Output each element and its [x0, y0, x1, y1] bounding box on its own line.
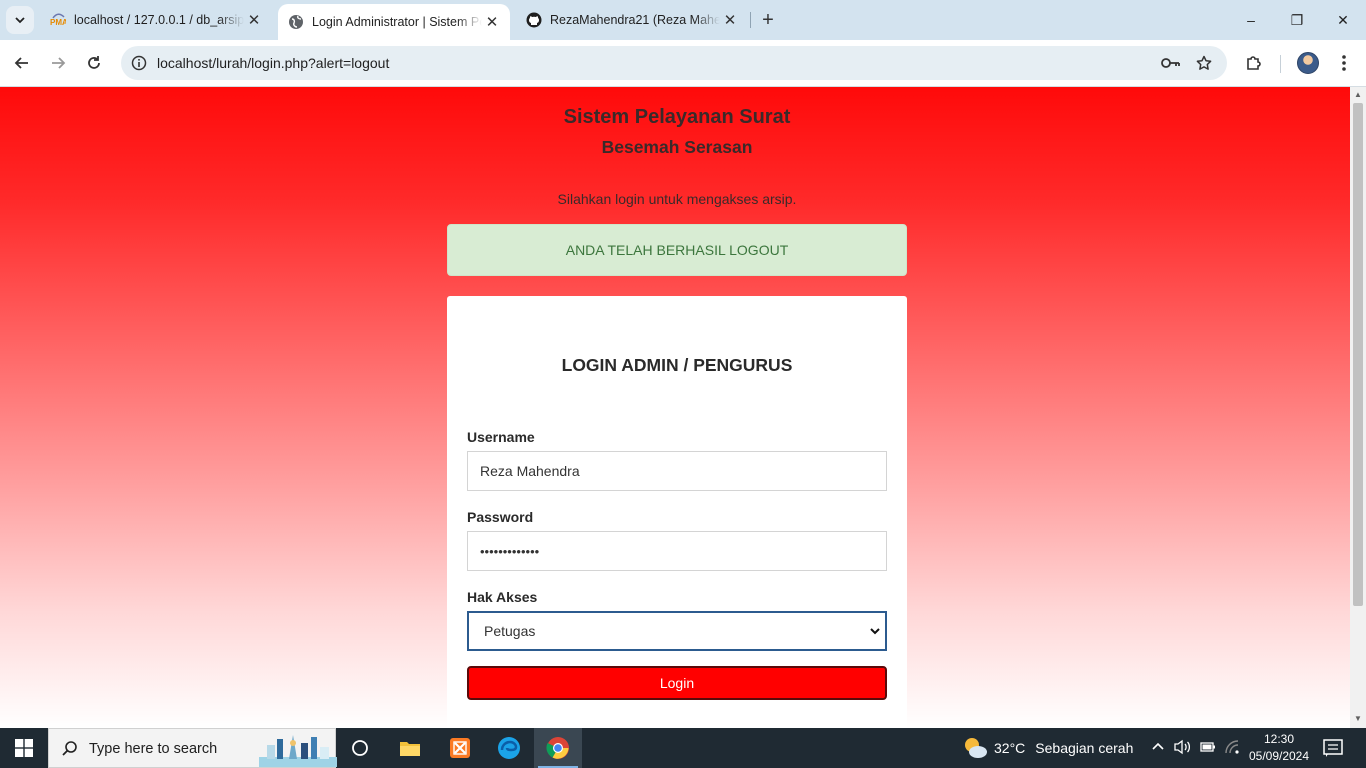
new-tab-button[interactable]: + — [756, 8, 780, 32]
reload-button[interactable] — [80, 49, 108, 77]
page-title: Sistem Pelayanan Surat — [563, 106, 791, 128]
svg-text:PMA: PMA — [50, 18, 66, 27]
minimize-button[interactable]: – — [1228, 0, 1274, 40]
edge-button[interactable] — [485, 728, 533, 768]
search-icon — [62, 741, 77, 756]
arrow-right-icon — [52, 57, 66, 69]
windows-logo-icon — [15, 739, 33, 757]
site-info-icon[interactable] — [129, 53, 149, 73]
profile-avatar[interactable] — [1297, 52, 1319, 74]
close-tab-icon[interactable]: ✕ — [720, 10, 740, 30]
chrome-button[interactable] — [534, 728, 582, 768]
chrome-icon — [546, 737, 569, 759]
close-window-button[interactable]: ✕ — [1320, 0, 1366, 40]
notification-center-icon[interactable] — [1322, 738, 1344, 758]
github-icon — [526, 12, 542, 28]
weather-widget[interactable]: 32°C Sebagian cerah — [962, 728, 1133, 768]
battery-icon[interactable] — [1200, 739, 1216, 758]
puzzle-icon — [1247, 56, 1261, 70]
weather-description: Sebagian cerah — [1035, 740, 1134, 756]
scroll-up-arrow-icon[interactable]: ▲ — [1354, 90, 1362, 99]
task-view-button[interactable] — [336, 728, 384, 768]
password-key-icon[interactable] — [1161, 53, 1181, 73]
file-explorer-button[interactable] — [386, 728, 434, 768]
password-input[interactable]: ••••••••••••• — [467, 531, 887, 571]
globe-icon — [288, 14, 304, 30]
close-tab-icon[interactable]: ✕ — [244, 10, 264, 30]
tab-title: RezaMahendra21 (Reza Mahendra) — [550, 13, 720, 27]
username-label: Username — [467, 429, 535, 445]
close-tab-icon[interactable]: ✕ — [482, 12, 502, 32]
tab-search-button[interactable] — [6, 6, 34, 34]
menu-button[interactable] — [1330, 49, 1358, 77]
tab-login-administrator[interactable]: Login Administrator | Sistem Pelayanan S… — [278, 4, 510, 40]
browser-tab-strip: PMA localhost / 127.0.0.1 / db_arsip ✕ L… — [0, 0, 1366, 40]
more-vertical-icon — [1342, 55, 1346, 71]
windows-taskbar: Type here to search 32°C Sebagian cerah — [0, 728, 1366, 768]
role-select-value: Petugas — [484, 623, 536, 639]
login-instruction: Silahkan login untuk mengakses arsip. — [557, 191, 797, 207]
xampp-button[interactable] — [436, 728, 484, 768]
clock-date: 05/09/2024 — [1248, 749, 1310, 763]
tab-title: localhost / 127.0.0.1 / db_arsip — [74, 13, 244, 27]
login-card: LOGIN ADMIN / PENGURUS Username Reza Mah… — [447, 296, 907, 728]
task-view-icon — [352, 740, 368, 756]
address-bar[interactable]: localhost/lurah/login.php?alert=logout — [121, 46, 1227, 80]
page-subtitle: Besemah Serasan — [601, 137, 753, 157]
show-hidden-icons-icon[interactable] — [1151, 739, 1165, 756]
clock-time: 12:30 — [1263, 732, 1295, 746]
phpmyadmin-icon: PMA — [50, 12, 66, 28]
network-icon[interactable] — [1224, 739, 1240, 758]
arrow-left-icon — [14, 57, 28, 69]
folder-icon — [400, 742, 420, 756]
tab-title: Login Administrator | Sistem Pelayanan S… — [312, 15, 482, 29]
chevron-down-icon — [870, 628, 880, 635]
password-label: Password — [467, 509, 534, 525]
weather-temperature: 32°C — [994, 740, 1026, 756]
forward-button[interactable] — [44, 49, 72, 77]
scroll-down-arrow-icon[interactable]: ▼ — [1354, 714, 1362, 723]
scrollbar-thumb[interactable] — [1353, 103, 1363, 606]
login-heading: LOGIN ADMIN / PENGURUS — [561, 355, 793, 375]
maximize-button[interactable]: ❐ — [1274, 0, 1320, 40]
back-button[interactable] — [8, 49, 36, 77]
taskbar-search-box[interactable]: Type here to search — [48, 728, 337, 768]
address-url[interactable]: localhost/lurah/login.php?alert=logout — [157, 55, 389, 71]
city-skyline-icon — [259, 735, 337, 767]
reload-icon — [88, 56, 100, 69]
bookmark-star-icon[interactable] — [1194, 53, 1214, 73]
chevron-down-icon — [15, 17, 25, 24]
tab-separator — [750, 12, 751, 28]
toolbar-separator — [1280, 55, 1281, 73]
partly-sunny-icon — [965, 738, 987, 758]
username-input[interactable]: Reza Mahendra — [467, 451, 887, 491]
page-scrollbar[interactable]: ▲ ▼ — [1350, 87, 1366, 728]
logout-success-alert: ANDA TELAH BERHASIL LOGOUT — [447, 224, 907, 276]
start-button[interactable] — [0, 728, 48, 768]
taskbar-clock[interactable]: 12:30 05/09/2024 — [1244, 731, 1314, 765]
role-select[interactable]: Petugas — [467, 611, 887, 651]
search-placeholder: Type here to search — [89, 741, 218, 757]
login-button[interactable]: Login — [467, 666, 887, 700]
page-viewport: Sistem Pelayanan Surat Besemah Serasan S… — [0, 87, 1350, 728]
tab-phpmyadmin[interactable]: PMA localhost / 127.0.0.1 / db_arsip ✕ — [40, 0, 272, 40]
edge-browser-icon — [498, 737, 520, 759]
browser-toolbar: localhost/lurah/login.php?alert=logout — [0, 40, 1366, 87]
tab-github[interactable]: RezaMahendra21 (Reza Mahendra) ✕ — [516, 0, 748, 40]
extensions-button[interactable] — [1240, 49, 1268, 77]
volume-icon[interactable] — [1174, 739, 1192, 758]
xampp-icon — [450, 738, 470, 758]
role-label: Hak Akses — [467, 589, 538, 605]
